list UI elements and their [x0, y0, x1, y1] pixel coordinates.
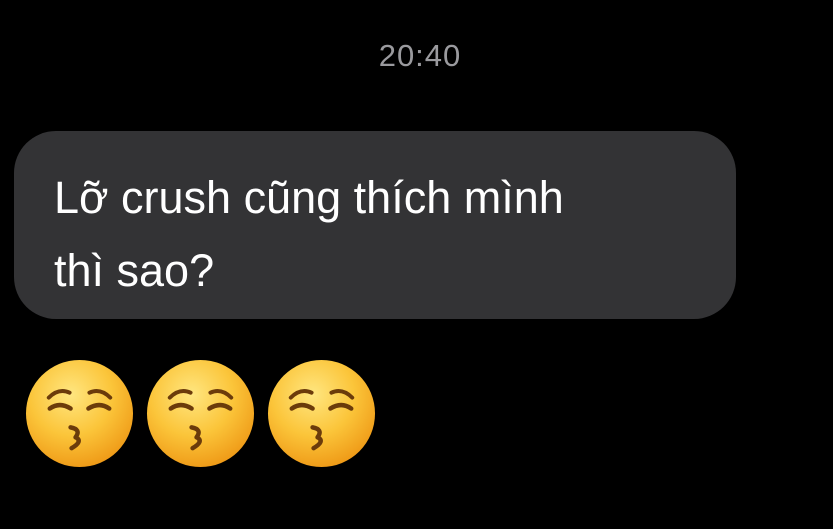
kissing-face-with-closed-eyes-icon: [25, 359, 134, 468]
kissing-face-with-closed-eyes-icon: [146, 359, 255, 468]
incoming-message-bubble[interactable]: Lỡ crush cũng thích mình thì sao?: [14, 131, 736, 319]
emoji-message[interactable]: [24, 358, 377, 470]
message-text: Lỡ crush cũng thích mình thì sao?: [54, 172, 564, 296]
kissing-face-with-closed-eyes-icon: [267, 359, 376, 468]
chat-screen: 20:40 Lỡ crush cũng thích mình thì sao?: [0, 0, 833, 529]
message-timestamp: 20:40: [378, 38, 462, 73]
